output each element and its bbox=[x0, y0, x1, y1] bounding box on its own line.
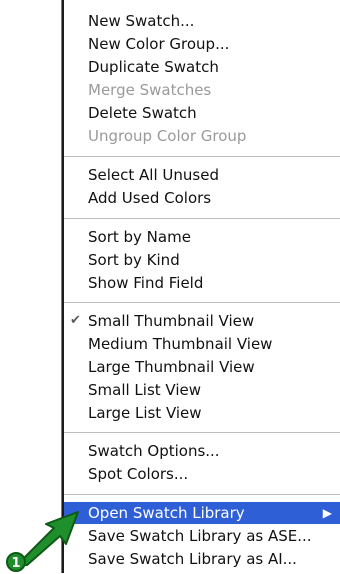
menu-item-label: Open Swatch Library bbox=[88, 504, 245, 522]
menu-item-save-swatch-library-ase[interactable]: Save Swatch Library as ASE... bbox=[64, 525, 340, 547]
menu-item-label: Delete Swatch bbox=[88, 104, 197, 122]
menu-item-label: Add Used Colors bbox=[88, 189, 212, 207]
menu-item-open-swatch-library[interactable]: Open Swatch Library ▶ bbox=[64, 502, 340, 524]
menu-item-ungroup-color-group: Ungroup Color Group bbox=[64, 125, 340, 147]
menu-item-label: Small List View bbox=[88, 381, 202, 399]
menu-item-select-all-unused[interactable]: Select All Unused bbox=[64, 164, 340, 186]
menu-item-label: Sort by Name bbox=[88, 228, 191, 246]
menu-item-label: Ungroup Color Group bbox=[88, 127, 247, 145]
menu-separator bbox=[64, 218, 340, 219]
menu-item-label: Small Thumbnail View bbox=[88, 312, 255, 330]
menu-item-show-find-field[interactable]: Show Find Field bbox=[64, 272, 340, 294]
checkmark-icon: ✔ bbox=[70, 313, 81, 328]
menu-item-label: Swatch Options... bbox=[88, 442, 220, 460]
menu-separator bbox=[64, 156, 340, 157]
menu-item-small-list-view[interactable]: Small List View bbox=[64, 379, 340, 401]
menu-item-new-swatch[interactable]: New Swatch... bbox=[64, 10, 340, 32]
menu-item-medium-thumbnail-view[interactable]: Medium Thumbnail View bbox=[64, 333, 340, 355]
menu-item-label: Medium Thumbnail View bbox=[88, 335, 273, 353]
menu-item-spot-colors[interactable]: Spot Colors... bbox=[64, 463, 340, 485]
menu-item-add-used-colors[interactable]: Add Used Colors bbox=[64, 187, 340, 209]
menu-item-label: Large Thumbnail View bbox=[88, 358, 255, 376]
menu-item-large-thumbnail-view[interactable]: Large Thumbnail View bbox=[64, 356, 340, 378]
menu-item-delete-swatch[interactable]: Delete Swatch bbox=[64, 102, 340, 124]
menu-item-large-list-view[interactable]: Large List View bbox=[64, 402, 340, 424]
menu-separator bbox=[64, 432, 340, 433]
menu-item-new-color-group[interactable]: New Color Group... bbox=[64, 33, 340, 55]
menu-separator bbox=[64, 494, 340, 495]
menu-item-duplicate-swatch[interactable]: Duplicate Swatch bbox=[64, 56, 340, 78]
menu-item-label: Select All Unused bbox=[88, 166, 219, 184]
menu-item-label: Merge Swatches bbox=[88, 81, 212, 99]
menu-item-label: Duplicate Swatch bbox=[88, 58, 219, 76]
menu-item-label: Save Swatch Library as ASE... bbox=[88, 527, 312, 545]
menu-item-swatch-options[interactable]: Swatch Options... bbox=[64, 440, 340, 462]
menu-item-label: Large List View bbox=[88, 404, 202, 422]
menu-item-sort-by-kind[interactable]: Sort by Kind bbox=[64, 249, 340, 271]
menu-item-label: Save Swatch Library as AI... bbox=[88, 550, 297, 568]
menu-item-save-swatch-library-ai[interactable]: Save Swatch Library as AI... bbox=[64, 548, 340, 570]
menu-separator bbox=[64, 302, 340, 303]
menu-item-label: Spot Colors... bbox=[88, 465, 189, 483]
callout-number-badge: 1 bbox=[6, 552, 26, 572]
menu-item-label: New Swatch... bbox=[88, 12, 195, 30]
panel-options-menu: New Swatch... New Color Group... Duplica… bbox=[62, 0, 340, 573]
menu-item-label: Sort by Kind bbox=[88, 251, 180, 269]
menu-item-small-thumbnail-view[interactable]: ✔ Small Thumbnail View bbox=[64, 310, 340, 332]
menu-item-label: Show Find Field bbox=[88, 274, 204, 292]
menu-item-merge-swatches: Merge Swatches bbox=[64, 79, 340, 101]
menu-item-sort-by-name[interactable]: Sort by Name bbox=[64, 226, 340, 248]
menu-item-label: New Color Group... bbox=[88, 35, 230, 53]
submenu-arrow-icon: ▶ bbox=[322, 506, 332, 520]
